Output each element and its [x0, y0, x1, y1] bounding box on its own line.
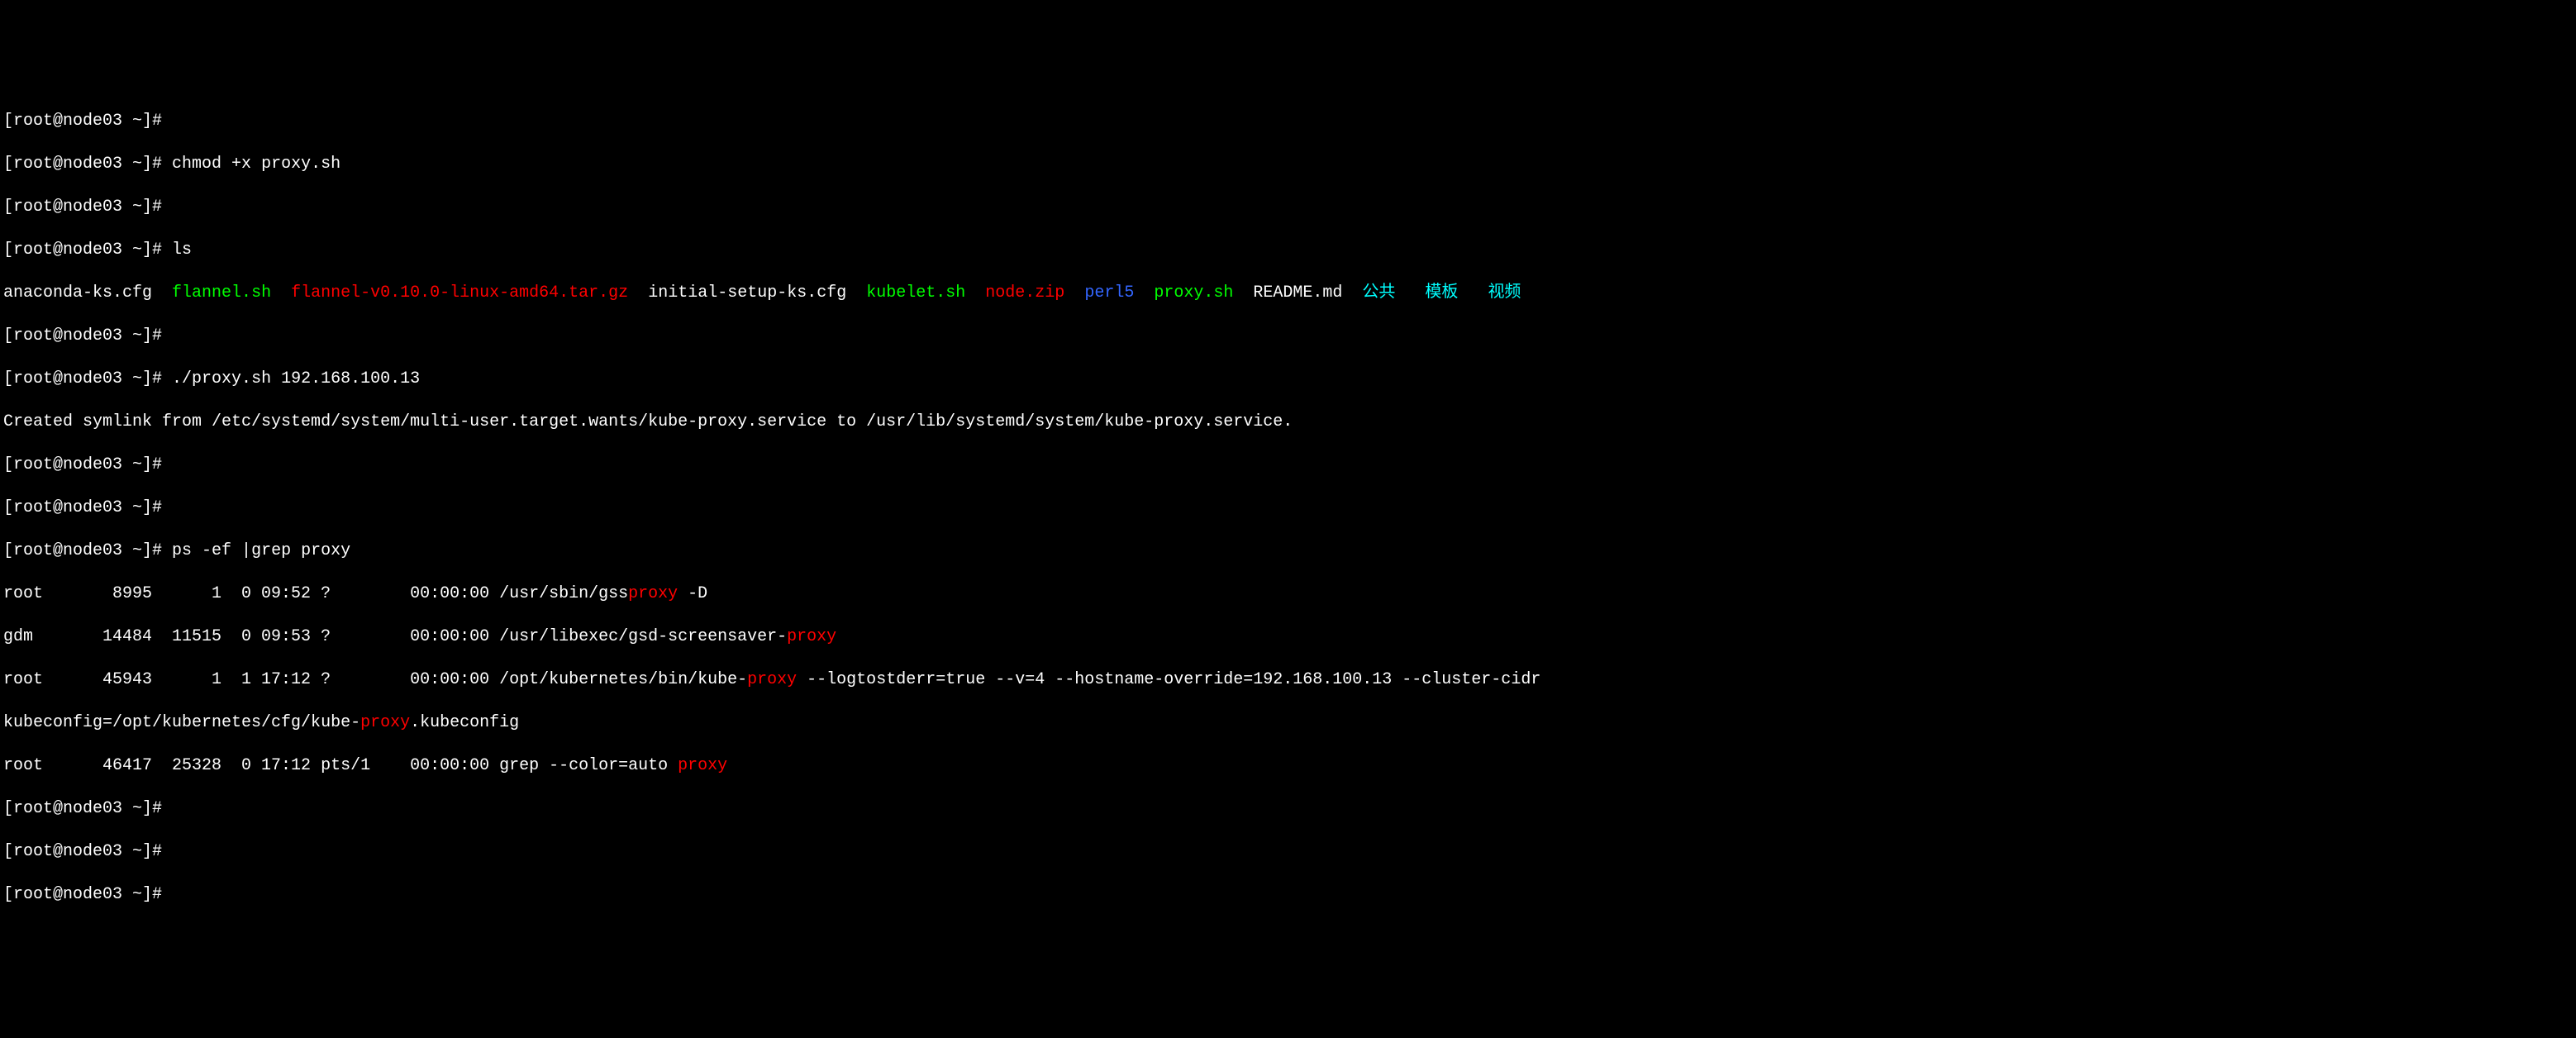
prompt-line: [root@node03 ~]#	[3, 326, 2573, 347]
file-flannel-sh: flannel.sh	[172, 283, 271, 302]
dir-templates: 模板	[1425, 283, 1458, 302]
ps-output-line: root 46417 25328 0 17:12 pts/1 00:00:00 …	[3, 755, 2573, 777]
output-line: Created symlink from /etc/systemd/system…	[3, 412, 2573, 433]
command-line: [root@node03 ~]# chmod +x proxy.sh	[3, 154, 2573, 175]
command-line: [root@node03 ~]# ls	[3, 240, 2573, 261]
ps-output-line: root 8995 1 0 09:52 ? 00:00:00 /usr/sbin…	[3, 583, 2573, 605]
file-kubelet-sh: kubelet.sh	[866, 283, 965, 302]
dir-videos: 视频	[1488, 283, 1521, 302]
prompt-line: [root@node03 ~]#	[3, 111, 2573, 132]
command-line: [root@node03 ~]# ps -ef |grep proxy	[3, 540, 2573, 562]
dir-perl5: perl5	[1084, 283, 1134, 302]
prompt-line: [root@node03 ~]#	[3, 884, 2573, 906]
ps-output-line: root 45943 1 1 17:12 ? 00:00:00 /opt/kub…	[3, 669, 2573, 691]
file-flannel-tar: flannel-v0.10.0-linux-amd64.tar.gz	[291, 283, 628, 302]
prompt-line: [root@node03 ~]#	[3, 197, 2573, 218]
dir-public: 公共	[1362, 283, 1395, 302]
ps-output-line: kubeconfig=/opt/kubernetes/cfg/kube-prox…	[3, 712, 2573, 734]
file-proxy-sh: proxy.sh	[1154, 283, 1233, 302]
terminal-output[interactable]: [root@node03 ~]# [root@node03 ~]# chmod …	[0, 86, 2576, 931]
prompt-line: [root@node03 ~]#	[3, 498, 2573, 519]
ls-output: anaconda-ks.cfg flannel.sh flannel-v0.10…	[3, 283, 2573, 304]
command-line: [root@node03 ~]# ./proxy.sh 192.168.100.…	[3, 369, 2573, 390]
ps-output-line: gdm 14484 11515 0 09:53 ? 00:00:00 /usr/…	[3, 626, 2573, 648]
file-node-zip: node.zip	[985, 283, 1064, 302]
prompt-line: [root@node03 ~]#	[3, 798, 2573, 820]
prompt-line: [root@node03 ~]#	[3, 841, 2573, 863]
prompt-line: [root@node03 ~]#	[3, 455, 2573, 476]
